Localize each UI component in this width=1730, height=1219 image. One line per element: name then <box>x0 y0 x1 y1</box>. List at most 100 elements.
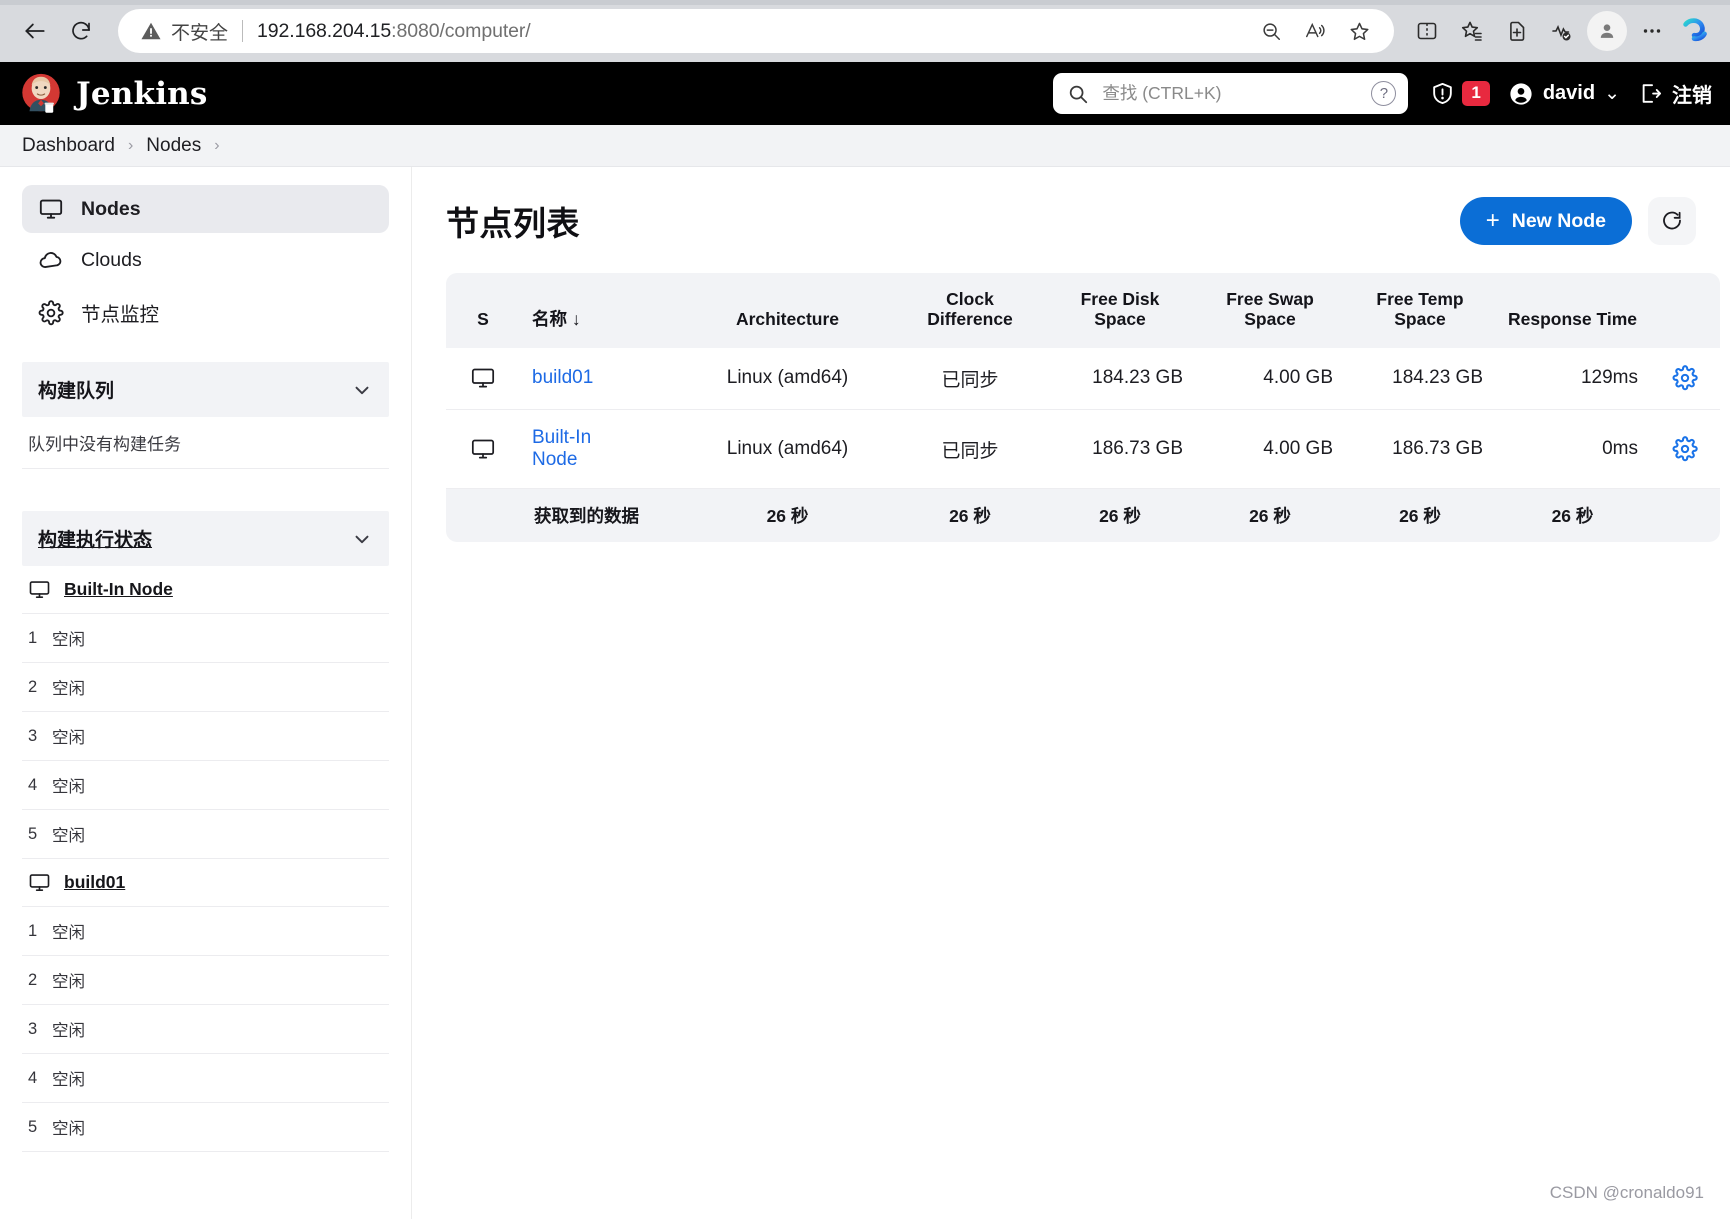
executor-slot[interactable]: 2 空闲 <box>22 663 389 712</box>
column-header-free-swap-space[interactable]: Free Swap Space <box>1195 273 1345 348</box>
executor-slot-number: 2 <box>28 970 38 989</box>
monitor-icon <box>471 439 495 459</box>
build-executor-header[interactable]: 构建执行状态 <box>22 511 389 566</box>
sidebar-item-clouds[interactable]: Clouds <box>22 236 389 284</box>
page-title: 节点列表 <box>446 205 580 242</box>
help-question-mark: ? <box>1379 85 1389 102</box>
profile-button[interactable] <box>1586 10 1628 52</box>
monitor-icon <box>39 199 63 219</box>
executor-slot[interactable]: 1 空闲 <box>22 614 389 663</box>
executor-slot[interactable]: 5 空闲 <box>22 810 389 859</box>
gear-icon <box>38 299 64 325</box>
footer-label: 获取到的数据 <box>520 489 680 543</box>
build-executor-panel: 构建执行状态 Built-In Node 1 空闲 2 空闲 3 空闲 4 空闲… <box>22 511 389 1152</box>
jenkins-search-box[interactable]: ? <box>1053 73 1409 114</box>
profile-avatar <box>1587 11 1627 51</box>
favorite-star-icon[interactable] <box>1340 12 1378 50</box>
executor-slot[interactable]: 3 空闲 <box>22 712 389 761</box>
executor-slot[interactable]: 2 空闲 <box>22 956 389 1005</box>
collections-icon[interactable] <box>1451 10 1493 52</box>
breadcrumb: Dashboard › Nodes › <box>0 125 1730 167</box>
build-queue-header[interactable]: 构建队列 <box>22 362 389 417</box>
breadcrumb-item-dashboard[interactable]: Dashboard <box>22 135 115 157</box>
executor-slot[interactable]: 1 空闲 <box>22 907 389 956</box>
table-header-row: S 名称 ↓ Architecture Clock Difference Fre… <box>446 273 1720 348</box>
executor-slot-number: 4 <box>28 775 38 794</box>
chevron-down-icon[interactable] <box>351 379 373 401</box>
panel-gap <box>22 469 389 505</box>
read-aloud-icon[interactable] <box>1296 12 1334 50</box>
node-link[interactable]: build01 <box>532 367 593 388</box>
more-options-button[interactable] <box>1631 10 1673 52</box>
search-help-icon[interactable]: ? <box>1371 81 1397 106</box>
address-bar[interactable]: 不安全 192.168.204.15:8080/computer/ <box>118 9 1394 53</box>
node-link[interactable]: Built-In Node <box>532 427 604 472</box>
logout-label: 注销 <box>1672 85 1712 107</box>
executor-slot-status: 空闲 <box>52 680 85 698</box>
executor-node-header[interactable]: build01 <box>22 859 389 907</box>
warning-triangle-icon <box>141 22 161 40</box>
executor-slot[interactable]: 4 空闲 <box>22 761 389 810</box>
table-row[interactable]: Built-In Node Linux (amd64) 已同步 186.73 G… <box>446 409 1720 490</box>
nodes-table-foot: 获取到的数据 26 秒 26 秒 26 秒 26 秒 26 秒 26 秒 <box>446 489 1720 543</box>
column-header-free-temp-space[interactable]: Free Temp Space <box>1345 273 1495 348</box>
column-header-architecture[interactable]: Architecture <box>680 273 895 348</box>
executor-node-name: Built-In Node <box>64 579 173 599</box>
footer-response-time: 26 秒 <box>1495 489 1650 543</box>
column-header-response-time[interactable]: Response Time <box>1495 273 1650 348</box>
executor-node-header[interactable]: Built-In Node <box>22 566 389 614</box>
breadcrumb-item-nodes[interactable]: Nodes <box>146 135 201 157</box>
column-header-free-disk-space[interactable]: Free Disk Space <box>1045 273 1195 348</box>
monitor-icon <box>29 581 50 598</box>
new-node-button[interactable]: + New Node <box>1459 197 1632 245</box>
monitor-icon <box>29 874 50 891</box>
jenkins-logo-link[interactable]: Jenkins <box>18 71 208 117</box>
cell-free-temp-space: 186.73 GB <box>1345 409 1495 490</box>
sidebar-item-label-node-monitoring: 节点监控 <box>81 304 160 326</box>
cell-configure[interactable] <box>1650 347 1720 410</box>
column-header-status[interactable]: S <box>446 273 520 348</box>
security-alerts-button[interactable]: 1 <box>1430 81 1490 106</box>
executor-slot[interactable]: 5 空闲 <box>22 1103 389 1152</box>
nodes-table-head: S 名称 ↓ Architecture Clock Difference Fre… <box>446 273 1720 348</box>
footer-clock-difference: 26 秒 <box>895 489 1045 543</box>
browser-essentials-icon[interactable] <box>1541 10 1583 52</box>
search-input[interactable] <box>1100 82 1361 105</box>
new-node-label: New Node <box>1511 209 1606 232</box>
split-screen-icon[interactable] <box>1406 10 1448 52</box>
sidebar-item-node-monitoring[interactable]: 节点监控 <box>22 287 389 338</box>
sidebar-item-nodes[interactable]: Nodes <box>22 185 389 233</box>
configure-node-button[interactable] <box>1662 436 1708 462</box>
reload-button[interactable] <box>60 10 102 52</box>
executor-slot-status: 空闲 <box>52 924 85 942</box>
security-label: 不安全 <box>171 22 229 44</box>
sidebar-nav: Nodes Clouds 节点监控 <box>22 185 389 338</box>
chevron-down-icon[interactable] <box>351 528 373 550</box>
executor-slot-number: 2 <box>28 677 38 696</box>
configure-node-button[interactable] <box>1662 365 1708 391</box>
url-path: :8080/computer/ <box>391 19 531 42</box>
refresh-button[interactable] <box>1648 197 1696 245</box>
main-header: 节点列表 + New Node <box>446 197 1696 245</box>
security-warning[interactable]: 不安全 <box>140 18 228 45</box>
user-menu-button[interactable]: david ⌄ <box>1508 81 1620 107</box>
copilot-button[interactable] <box>1676 11 1716 51</box>
table-row[interactable]: build01 Linux (amd64) 已同步 184.23 GB 4.00… <box>446 347 1720 410</box>
logout-button[interactable]: 注销 <box>1638 79 1712 108</box>
header-actions: 1 david ⌄ 注销 <box>1430 79 1712 108</box>
watermark: CSDN @cronaldo91 <box>1549 1183 1704 1202</box>
executor-slot[interactable]: 4 空闲 <box>22 1054 389 1103</box>
add-page-icon[interactable] <box>1496 10 1538 52</box>
back-button[interactable] <box>14 10 56 52</box>
main-content: 节点列表 + New Node S 名称 ↓ Architecture Cloc… <box>412 167 1730 1219</box>
executor-slot[interactable]: 3 空闲 <box>22 1005 389 1054</box>
cell-clock-difference: 已同步 <box>895 347 1045 410</box>
column-header-name[interactable]: 名称 ↓ <box>520 273 680 348</box>
column-header-clock-difference[interactable]: Clock Difference <box>895 273 1045 348</box>
cell-response-time: 0ms <box>1495 409 1650 490</box>
zoom-out-icon[interactable] <box>1252 12 1290 50</box>
executor-slot-status: 空闲 <box>52 631 85 649</box>
copilot-icon <box>1683 18 1707 42</box>
executor-slot-number: 3 <box>28 726 38 745</box>
cell-configure[interactable] <box>1650 409 1720 490</box>
